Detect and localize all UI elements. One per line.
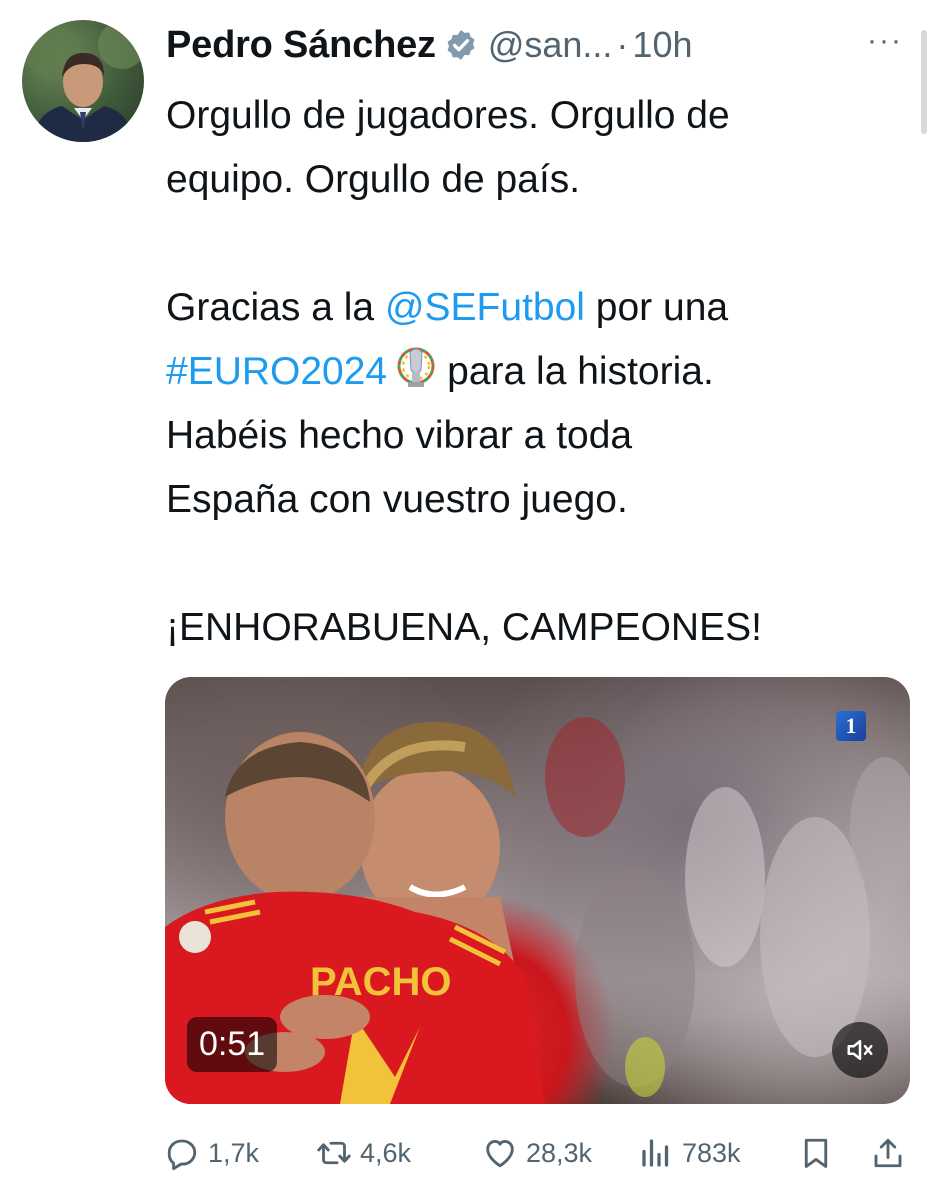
text-fragment: para la historia. [447, 350, 714, 393]
mention-link[interactable]: @SEFutbol [385, 286, 585, 329]
separator-dot: · [616, 24, 629, 65]
more-options-icon[interactable]: ··· [867, 24, 903, 58]
tweet-header: Pedro Sánchez @san... · 10h ··· [166, 18, 913, 72]
tweet-line: Orgullo de jugadores. Orgullo de [166, 94, 730, 137]
retweet-count: 4,6k [360, 1137, 412, 1168]
reply-button[interactable]: 1,7k [164, 1128, 259, 1178]
video-player[interactable]: PACHO 1 0:51 [165, 677, 910, 1104]
share-button[interactable] [870, 1128, 906, 1178]
views-count: 783k [682, 1137, 741, 1168]
tweet-actions: 1,7k 4,6k 28,3k 783k [164, 1128, 912, 1178]
reply-count: 1,7k [208, 1137, 260, 1168]
retweet-button[interactable]: 4,6k [316, 1128, 411, 1178]
tweet-line: Gracias a la @SEFutbol por una [166, 276, 906, 340]
verified-badge-icon[interactable] [444, 28, 478, 62]
heart-icon [486, 1140, 514, 1168]
tweet-line: Habéis hecho vibrar a toda [166, 414, 633, 457]
timestamp[interactable]: 10h [632, 24, 692, 66]
tweet-line: ¡ENHORABUENA, CAMPEONES! [166, 606, 762, 649]
share-icon [874, 1138, 902, 1168]
euro-trophy-icon [397, 347, 435, 387]
bookmark-button[interactable] [798, 1128, 834, 1178]
tweet-line: España con vuestro juego. [166, 478, 628, 521]
tweet-line: equipo. Orgullo de país. [166, 158, 581, 201]
mute-button[interactable] [832, 1022, 888, 1078]
retweet-icon [317, 1141, 351, 1165]
tweet-text: Orgullo de jugadores. Orgullo de equipo.… [166, 84, 906, 660]
text-fragment: Gracias a la [166, 286, 375, 329]
reply-icon [167, 1139, 197, 1171]
author-avatar[interactable] [22, 20, 144, 142]
hashtag-link[interactable]: #EURO2024 [166, 350, 387, 393]
views-chart-icon [642, 1139, 669, 1167]
scrollbar[interactable] [921, 30, 927, 134]
channel-logo: 1 [836, 711, 866, 741]
bookmark-icon [804, 1138, 828, 1168]
text-fragment: por una [595, 286, 729, 329]
author-name[interactable]: Pedro Sánchez [166, 24, 436, 67]
avatar-image [24, 21, 144, 142]
tweet-line: #EURO2024 para la historia. [166, 340, 906, 404]
video-duration: 0:51 [187, 1017, 278, 1072]
views-button[interactable]: 783k [638, 1128, 741, 1178]
like-button[interactable]: 28,3k [482, 1128, 592, 1178]
like-count: 28,3k [526, 1137, 593, 1168]
speaker-muted-icon [847, 1040, 873, 1060]
author-handle[interactable]: @san... [488, 24, 613, 66]
